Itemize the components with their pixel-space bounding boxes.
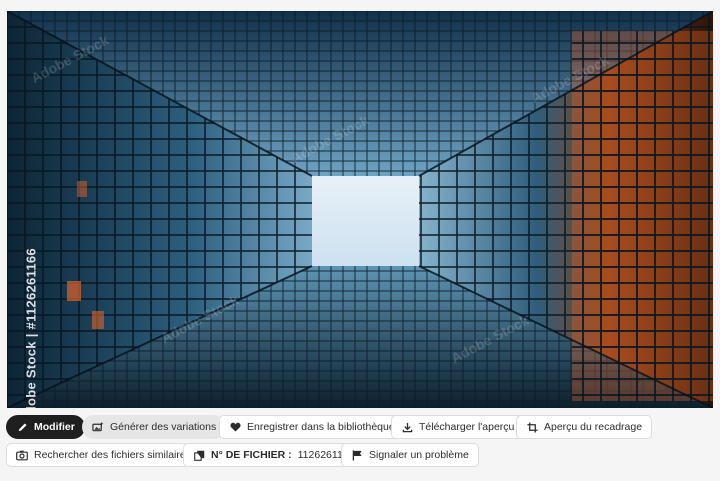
report-problem-label: Signaler un problème [369, 449, 469, 461]
download-preview-button[interactable]: Télécharger l'aperçu [391, 415, 525, 439]
variations-icon [92, 421, 104, 433]
file-number-prefix: N° DE FICHIER : [211, 449, 292, 461]
generate-variations-button[interactable]: Générer des variations [82, 415, 227, 439]
heart-icon [229, 421, 241, 433]
crop-icon [526, 421, 538, 433]
report-problem-button[interactable]: Signaler un problème [341, 443, 479, 467]
find-similar-label: Rechercher des fichiers similaires [34, 449, 191, 461]
stock-image[interactable]: Adobe Stock Adobe Stock Adobe Stock Adob… [7, 11, 713, 408]
edit-button[interactable]: Modifier [6, 415, 85, 439]
generate-variations-label: Générer des variations [110, 421, 217, 433]
pencil-icon [16, 421, 28, 433]
watermark-vertical-text: Adobe Stock | #1126261166 [23, 248, 39, 408]
save-to-library-label: Enregistrer dans la bibliothèque [247, 421, 395, 433]
copy-icon [193, 449, 205, 461]
watermark-vertical: Adobe Stock | #1126261166 [11, 248, 51, 408]
find-similar-button[interactable]: Rechercher des fichiers similaires [6, 443, 201, 467]
edit-button-label: Modifier [34, 421, 75, 433]
camera-search-icon [16, 449, 28, 461]
flag-icon [351, 449, 363, 461]
download-preview-label: Télécharger l'aperçu [419, 421, 515, 433]
download-icon [401, 421, 413, 433]
save-to-library-button[interactable]: Enregistrer dans la bibliothèque [219, 415, 405, 439]
crop-preview-label: Aperçu du recadrage [544, 421, 643, 433]
file-number-badge[interactable]: N° DE FICHIER : 1126261166 [183, 443, 365, 467]
skyscraper-photo [7, 11, 713, 408]
crop-preview-button[interactable]: Aperçu du recadrage [516, 415, 653, 439]
